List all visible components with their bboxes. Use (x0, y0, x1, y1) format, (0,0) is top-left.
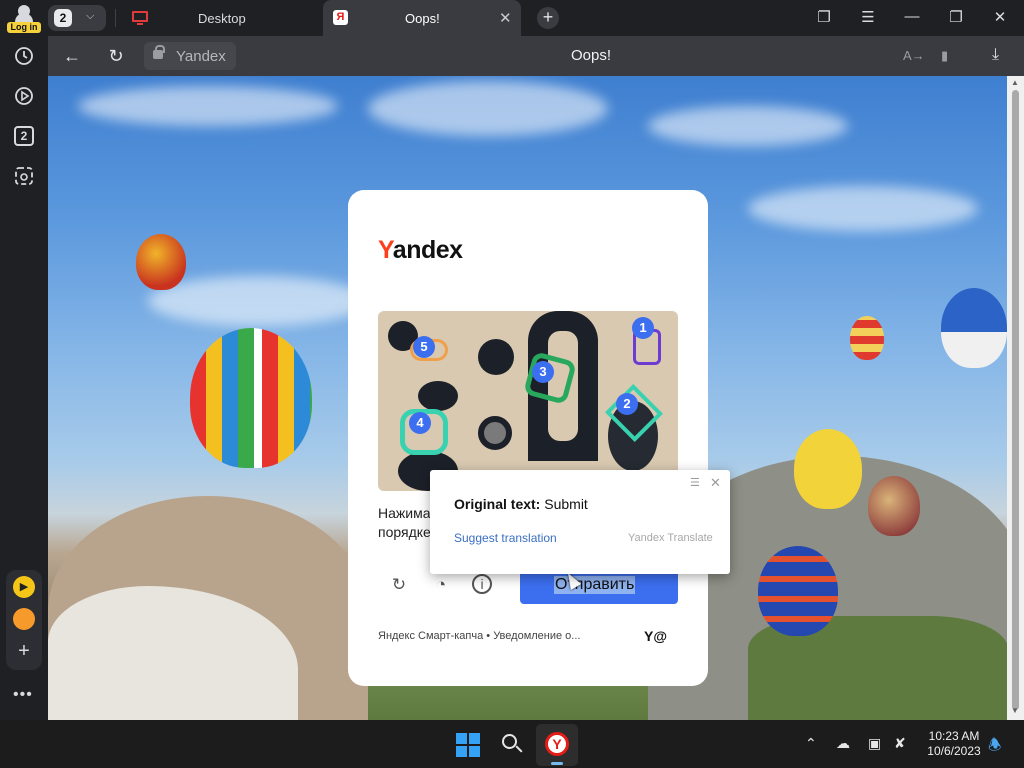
cloud (78, 86, 338, 126)
restore-button[interactable]: ❐ (944, 8, 968, 26)
close-window-button[interactable]: ✕ (988, 8, 1012, 26)
captcha-image[interactable]: 1 2 3 4 5 (378, 311, 678, 491)
translate-brand: Yandex Translate (628, 532, 713, 544)
clock-time: 10:23 AM (928, 729, 980, 743)
balloon (850, 316, 884, 360)
clock-date: 10/6/2023 (927, 744, 981, 758)
title-bar: Log in 2 ⌵ Desktop Я Oops! ✕ + ❐ ☰ — ❐ ✕ (0, 0, 1024, 36)
refresh-icon[interactable]: ↻ (388, 574, 410, 596)
notification-bell-icon[interactable]: 🕭 (988, 735, 1001, 760)
more-icon[interactable]: ••• (13, 686, 33, 704)
headphones-icon[interactable]: ◔ (430, 574, 452, 596)
download-icon[interactable]: ⤓ (992, 46, 999, 64)
captcha-shape (478, 339, 514, 375)
captcha-marker-5[interactable]: 5 (413, 336, 435, 358)
tab-desktop[interactable]: Desktop (124, 0, 320, 36)
history-icon[interactable] (14, 46, 34, 66)
cloud (148, 276, 368, 326)
menu-icon[interactable]: ☰ (690, 476, 700, 489)
address-bar: ← ↻ Yandex Oops! A→ ▮ ⤓ (48, 36, 1024, 76)
sidebar-apps: ▶ + (6, 570, 42, 670)
cloud (368, 81, 608, 136)
start-button[interactable] (456, 733, 480, 757)
page-scrollbar[interactable]: ▲ ▼ (1007, 76, 1024, 720)
scrollbar-thumb[interactable] (1012, 90, 1019, 710)
captcha-footer[interactable]: Яндекс Смарт-капча • Уведомление о... (378, 630, 580, 642)
original-text-label: Original text: (454, 496, 541, 512)
captcha-marker-4[interactable]: 4 (409, 412, 431, 434)
taskbar: Y ⌃ ☁ ▣ ✘ 10:23 AM 10/6/2023 🕭 (0, 720, 1024, 768)
play-icon[interactable] (14, 86, 34, 106)
reload-icon[interactable]: ↻ (106, 46, 126, 67)
scroll-up-icon[interactable]: ▲ (1011, 78, 1019, 87)
suggest-translation-link[interactable]: Suggest translation (454, 531, 557, 545)
chevron-up-icon[interactable]: ⌃ (805, 735, 817, 752)
captcha-shape (418, 381, 458, 411)
screenshot-icon[interactable] (14, 166, 34, 186)
page-title[interactable]: Oops! (508, 47, 674, 64)
login-label: Log in (7, 22, 41, 33)
original-text-value: Submit (544, 496, 588, 512)
yandex-browser-icon: Y (545, 732, 569, 756)
network-disconnected-icon[interactable]: ✘ (894, 735, 906, 752)
cloud (648, 106, 848, 146)
tab-title: Desktop (198, 11, 246, 26)
onedrive-icon[interactable]: ☁ (836, 735, 850, 752)
original-text: Original text: Submit (454, 496, 588, 512)
balloon (868, 476, 920, 536)
divider (115, 9, 116, 27)
collections-icon[interactable]: ❐ (812, 8, 836, 26)
info-icon[interactable]: i (472, 574, 492, 594)
sidebar: 2 ▶ + ••• (0, 36, 48, 720)
translate-icon[interactable]: A→ (903, 48, 925, 63)
yandex-mark-icon: Y@ (644, 628, 667, 644)
add-app-icon[interactable]: + (13, 640, 35, 662)
display-icon[interactable]: ▣ (868, 735, 881, 752)
music-app-icon[interactable]: ▶ (13, 576, 35, 598)
new-tab-button[interactable]: + (537, 7, 559, 29)
minimize-button[interactable]: — (900, 8, 924, 25)
translate-popup: ☰ ✕ Original text: Submit Suggest transl… (430, 470, 730, 574)
yandex-logo: Yandex (378, 236, 463, 264)
balloon (758, 546, 838, 636)
balloon (136, 234, 186, 290)
system-clock[interactable]: 10:23 AM 10/6/2023 (914, 729, 994, 759)
captcha-marker-3[interactable]: 3 (532, 361, 554, 383)
tabs-badge-icon[interactable]: 2 (14, 126, 34, 146)
bookmark-icon[interactable]: ▮ (941, 48, 948, 64)
close-tab-icon[interactable]: ✕ (499, 9, 512, 27)
yandex-browser-taskbar-button[interactable]: Y (536, 724, 578, 766)
menu-icon[interactable]: ☰ (856, 8, 880, 26)
lock-icon (153, 45, 165, 59)
balloon (941, 288, 1007, 368)
site-info-button[interactable]: Yandex (144, 42, 236, 70)
desktop-icon (132, 11, 148, 25)
tab-title: Oops! (405, 11, 440, 26)
balloon (190, 328, 312, 468)
tab-count-button[interactable]: 2 ⌵ (48, 5, 106, 31)
chevron-down-icon: ⌵ (86, 10, 95, 22)
search-icon[interactable] (501, 733, 523, 755)
login-button[interactable]: Log in (6, 3, 42, 33)
captcha-shape (478, 416, 512, 450)
site-label: Yandex (176, 48, 226, 65)
captcha-instruction: Нажима порядке (378, 505, 431, 540)
mail-app-icon[interactable] (13, 608, 35, 630)
captcha-marker-1[interactable]: 1 (632, 317, 654, 339)
close-icon[interactable]: ✕ (710, 475, 721, 491)
captcha-card: Yandex 1 2 3 4 5 Нажима порядке ↻ ◔ i От… (348, 190, 708, 686)
yandex-favicon-icon: Я (333, 10, 348, 25)
captcha-marker-2[interactable]: 2 (616, 393, 638, 415)
cloud (748, 186, 978, 231)
balloon (794, 429, 862, 509)
back-icon[interactable]: ← (62, 46, 82, 67)
tab-count-badge: 2 (54, 9, 72, 27)
tab-oops[interactable]: Я Oops! ✕ (323, 0, 521, 36)
scroll-down-icon[interactable]: ▼ (1011, 706, 1019, 715)
active-indicator (551, 762, 563, 765)
